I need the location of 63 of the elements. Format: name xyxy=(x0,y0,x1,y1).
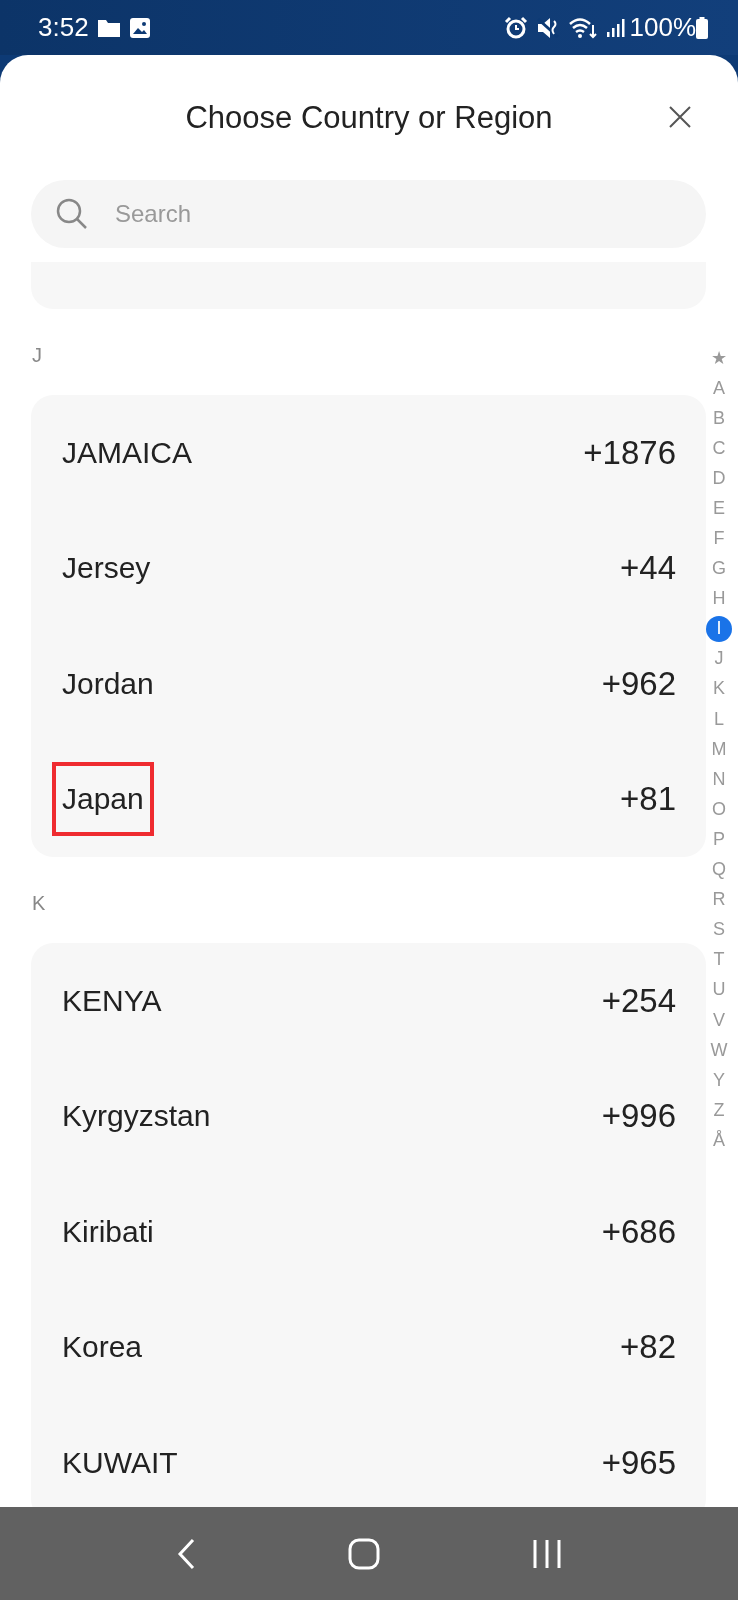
folder-icon xyxy=(96,17,121,38)
clock: 3:52 xyxy=(38,12,89,43)
section-letter: K xyxy=(32,891,46,915)
battery-icon xyxy=(696,16,708,39)
mute-icon xyxy=(535,16,560,39)
index-letter[interactable]: H xyxy=(706,583,732,614)
index-letter[interactable]: R xyxy=(706,884,732,915)
country-name[interactable]: JAMAICA xyxy=(52,431,203,474)
index-letter[interactable]: S xyxy=(706,914,732,945)
index-letter[interactable]: Å xyxy=(706,1125,732,1156)
country-name[interactable]: Korea xyxy=(52,1326,153,1369)
dialing-code: +1876 xyxy=(583,433,676,472)
dialing-code: +996 xyxy=(601,1097,676,1136)
close-icon xyxy=(668,105,692,129)
search-icon xyxy=(55,197,89,231)
country-name[interactable]: Kiribati xyxy=(52,1210,164,1253)
index-letter[interactable]: L xyxy=(706,704,732,735)
index-letter[interactable]: V xyxy=(706,1004,732,1036)
section-letter: J xyxy=(32,343,42,367)
country-name[interactable]: Jordan xyxy=(52,662,164,705)
image-icon xyxy=(128,16,151,39)
sheet-title: Choose Country or Region xyxy=(185,99,553,136)
index-letter[interactable]: A xyxy=(706,373,732,404)
dialing-code: +82 xyxy=(620,1328,676,1367)
dialing-code: +962 xyxy=(601,664,676,703)
signal-icon xyxy=(605,17,626,38)
index-letter[interactable]: F xyxy=(706,523,732,554)
index-letter[interactable]: U xyxy=(706,974,732,1005)
index-letter[interactable]: G xyxy=(706,553,732,584)
wifi-icon xyxy=(567,16,598,39)
index-letter[interactable]: I xyxy=(706,615,732,642)
index-letter[interactable]: K xyxy=(706,673,732,705)
dialing-code: +965 xyxy=(601,1443,676,1482)
index-letter[interactable]: Y xyxy=(706,1065,732,1096)
index-letter[interactable]: T xyxy=(706,944,732,975)
index-letter[interactable]: ★ xyxy=(706,343,732,374)
country-name[interactable]: KENYA xyxy=(52,979,172,1022)
index-letter[interactable]: P xyxy=(706,824,732,855)
index-letter[interactable]: M xyxy=(706,734,732,765)
search-field[interactable]: Search xyxy=(31,180,706,248)
index-letter[interactable]: C xyxy=(706,433,732,464)
country-name[interactable]: KUWAIT xyxy=(52,1441,188,1484)
dialing-code: +686 xyxy=(601,1212,676,1251)
index-letter[interactable]: O xyxy=(706,794,732,825)
dialing-code: +81 xyxy=(620,780,676,819)
recent-apps-button[interactable] xyxy=(532,1539,562,1568)
alarm-icon xyxy=(503,15,528,40)
index-letter[interactable]: N xyxy=(706,764,732,795)
index-letter[interactable]: D xyxy=(706,463,732,494)
index-letter[interactable]: J xyxy=(706,643,732,674)
country-name[interactable]: Jersey xyxy=(52,547,161,590)
index-letter[interactable]: W xyxy=(706,1035,732,1066)
home-button[interactable] xyxy=(348,1537,380,1570)
index-letter[interactable]: Z xyxy=(706,1095,732,1126)
country-name[interactable]: Kyrgyzstan xyxy=(52,1095,221,1138)
dialing-code: +254 xyxy=(601,981,676,1020)
index-letter[interactable]: B xyxy=(706,403,732,434)
battery-percentage: 100% xyxy=(629,12,696,43)
dialing-code: +44 xyxy=(620,549,676,588)
country-name[interactable]: Japan xyxy=(52,762,154,837)
index-letter[interactable]: E xyxy=(706,493,732,524)
index-letter[interactable]: Q xyxy=(706,854,732,885)
back-button[interactable] xyxy=(176,1537,196,1570)
